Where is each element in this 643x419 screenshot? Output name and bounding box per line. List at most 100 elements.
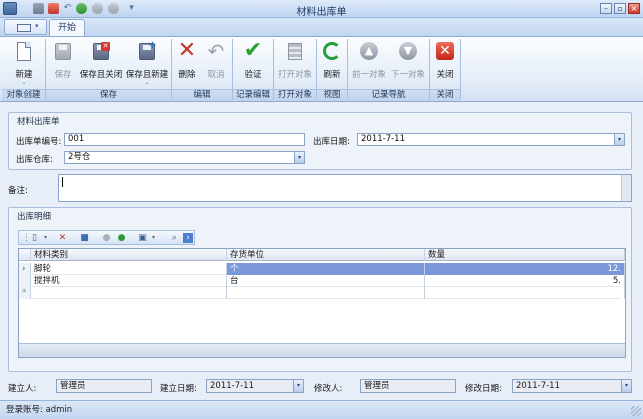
modifier-label: 修改人: <box>314 384 343 394</box>
save-close-button[interactable]: ✕ 保存且关闭 <box>79 40 123 86</box>
header-section-title: 材料出库单 <box>17 117 60 127</box>
quick-save-icon[interactable] <box>33 3 44 14</box>
created-date-label: 建立日期: <box>160 384 197 394</box>
grid-cell[interactable]: 12. <box>425 263 625 275</box>
close-icon: ✕ <box>436 42 454 60</box>
save-grid-icon[interactable]: ■ <box>79 233 90 243</box>
grid-cell[interactable] <box>425 287 625 299</box>
print-icon[interactable]: ▣ <box>137 233 148 243</box>
prev-object-button[interactable]: ▲ 前一对象 <box>350 40 388 86</box>
save-icon <box>55 43 71 60</box>
quick-save-close-icon[interactable] <box>48 3 59 14</box>
application-menu-button[interactable]: ▾ <box>4 19 47 35</box>
column-header[interactable]: 存货单位 <box>227 249 425 261</box>
close-button[interactable]: ✕ 关闭 <box>432 40 458 86</box>
verify-button[interactable]: ✔ 验证 <box>238 38 268 86</box>
resize-grip[interactable] <box>631 406 641 416</box>
next-object-button[interactable]: ▼ 下一对象 <box>389 40 427 86</box>
row-selected-marker: › <box>19 263 31 275</box>
close-window-button[interactable]: × <box>628 3 640 14</box>
refresh-button[interactable]: 刷新 <box>318 40 346 86</box>
save-button[interactable]: 保存 <box>48 40 78 86</box>
creator-field: 管理员 <box>56 379 152 393</box>
group-label-nav: 记录导航 <box>348 89 429 101</box>
open-object-icon <box>288 43 302 60</box>
open-object-button[interactable]: 打开对象 <box>275 40 315 86</box>
outbound-date-field[interactable]: 2011-7-11 ▾ <box>357 133 625 146</box>
login-account: 登录账号: admin <box>6 405 73 415</box>
quick-next-icon[interactable] <box>108 3 119 14</box>
undo-icon: ↶ <box>207 39 225 63</box>
grid-cell[interactable]: 5. <box>425 275 625 287</box>
chevron-down-icon[interactable]: ▾ <box>40 233 51 243</box>
created-date-value: 2011-7-11 <box>210 381 254 391</box>
grid-cell[interactable]: 个 <box>227 263 425 275</box>
grid-cell[interactable]: 搅拌机 <box>31 275 227 287</box>
grid-cell[interactable] <box>31 287 227 299</box>
check-icon: ✔ <box>243 38 263 63</box>
creator-label: 建立人: <box>8 384 37 394</box>
quick-prev-icon[interactable] <box>92 3 103 14</box>
detail-grid: 材料类别 存货单位 数量 › 脚轮 个 12. 搅拌机 台 5. * <box>18 248 626 358</box>
new-document-icon <box>17 42 31 61</box>
remark-textarea[interactable] <box>58 174 632 202</box>
arrow-up-icon: ▲ <box>360 42 378 60</box>
app-icon[interactable] <box>3 2 17 15</box>
chevron-down-icon: ▾ <box>621 380 631 392</box>
group-label-view: 视图 <box>317 89 347 101</box>
status-bar: 登录账号: admin <box>0 400 643 419</box>
quick-access-more-icon[interactable]: ▾ <box>126 3 137 14</box>
warehouse-select[interactable]: 2号仓 ▾ <box>64 151 305 164</box>
delete-icon: ✕ <box>177 38 197 63</box>
save-new-icon: + <box>139 41 157 60</box>
group-label-open: 打开对象 <box>274 89 316 101</box>
ribbon-tab-row <box>0 18 643 36</box>
column-header[interactable]: 材料类别 <box>31 249 227 261</box>
prev-row-icon[interactable]: ● <box>101 233 112 243</box>
column-header[interactable]: 数量 <box>425 249 625 261</box>
chevron-down-icon: ▾ <box>35 22 39 30</box>
next-row-icon[interactable]: ● <box>116 233 127 243</box>
outbound-date-value: 2011-7-11 <box>361 134 405 144</box>
minimize-button[interactable]: – <box>600 3 612 14</box>
group-label-create: 对象创建 <box>2 89 45 101</box>
undo-icon[interactable]: ↶ <box>62 3 73 14</box>
order-no-field[interactable]: 001 <box>64 133 305 146</box>
grid-toolbar: ⋮ ▯ ▾ ✕ ■ ● ● ▣ ▾ ⌕ › <box>18 230 195 245</box>
chevron-down-icon: ▾ <box>293 380 303 392</box>
group-label-close: 关闭 <box>430 89 460 101</box>
warehouse-value: 2号仓 <box>68 152 91 162</box>
save-close-icon: ✕ <box>93 42 110 60</box>
order-no-label: 出库单编号: <box>16 137 62 147</box>
grid-cell[interactable] <box>227 287 425 299</box>
modified-date-field: 2011-7-11 ▾ <box>512 379 632 393</box>
new-row-icon[interactable]: ▯ <box>29 233 40 243</box>
quick-refresh-icon[interactable] <box>76 3 87 14</box>
chevron-down-icon[interactable]: ▾ <box>148 233 159 243</box>
grid-cell[interactable]: 台 <box>227 275 425 287</box>
new-row[interactable]: * <box>19 287 625 299</box>
table-row[interactable]: › 脚轮 个 12. <box>19 263 625 275</box>
chevron-down-icon[interactable]: ▾ <box>294 152 304 163</box>
chevron-down-icon[interactable]: ▾ <box>614 134 624 145</box>
created-date-field: 2011-7-11 ▾ <box>206 379 304 393</box>
row-indicator <box>19 275 31 287</box>
table-row[interactable]: 搅拌机 台 5. <box>19 275 625 287</box>
save-new-button[interactable]: + 保存且新建 ⌄ <box>124 40 170 86</box>
grid-cell[interactable]: 脚轮 <box>31 263 227 275</box>
delete-row-icon[interactable]: ✕ <box>57 233 68 243</box>
new-button[interactable]: 新建 ⌄ <box>6 40 42 86</box>
chevron-right-icon[interactable]: › <box>183 233 193 243</box>
chevron-down-icon: ⌄ <box>144 79 150 86</box>
cancel-button[interactable]: ↶ 取消 <box>203 39 229 86</box>
tab-home[interactable]: 开始 <box>49 19 85 37</box>
maximize-button[interactable]: ▫ <box>614 3 626 14</box>
group-separator <box>460 39 461 100</box>
find-icon[interactable]: ⌕ <box>169 233 180 243</box>
app-menu-icon <box>17 24 31 32</box>
delete-button[interactable]: ✕ 删除 <box>174 38 200 86</box>
row-indicator-header <box>19 249 31 261</box>
modified-date-value: 2011-7-11 <box>516 381 560 391</box>
refresh-icon <box>323 42 341 60</box>
remark-scrollbar[interactable] <box>621 175 631 201</box>
